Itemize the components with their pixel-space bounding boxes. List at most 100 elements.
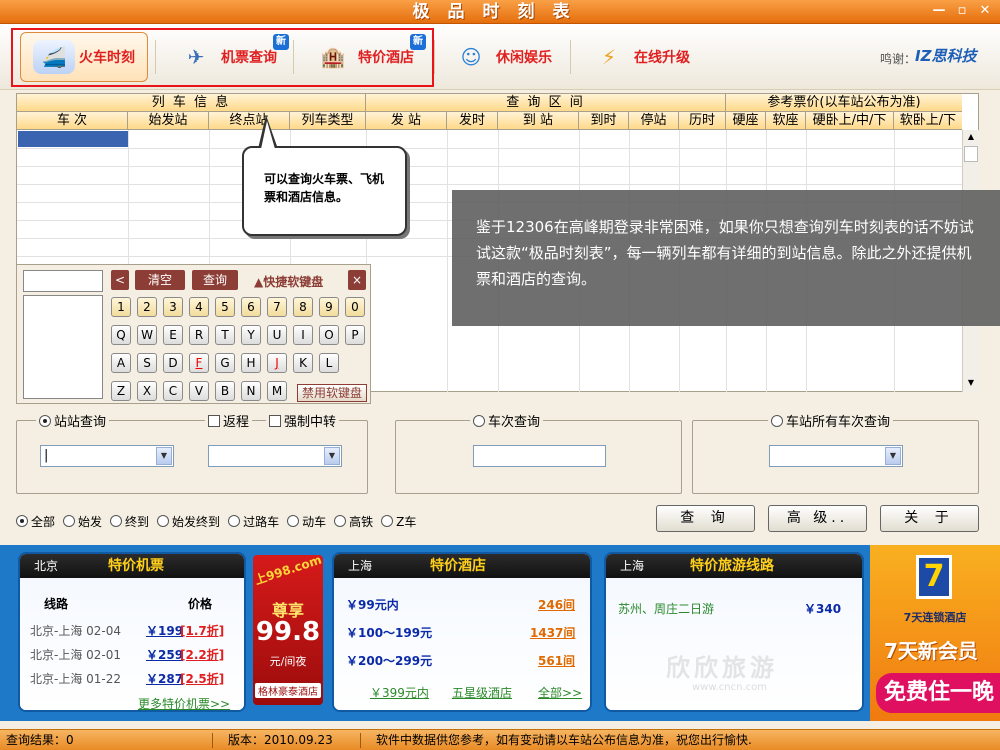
scroll-down-icon[interactable]: ▼ xyxy=(964,376,978,390)
key[interactable]: 9 xyxy=(319,297,339,317)
key[interactable]: W xyxy=(137,325,157,345)
hotel-link-399[interactable]: ￥399元内 xyxy=(370,684,429,701)
tour-name-link[interactable]: 苏州、周庄二日游 xyxy=(618,600,714,617)
key[interactable]: 0 xyxy=(345,297,365,317)
advanced-button[interactable]: 高 级.. xyxy=(768,505,867,532)
toolbar-flights[interactable]: ✈ 机票查询 xyxy=(163,32,289,82)
col-soft-seat[interactable]: 软座 xyxy=(766,112,806,130)
key[interactable]: B xyxy=(215,381,235,401)
col-depart-time[interactable]: 发时 xyxy=(447,112,498,130)
to-station-select[interactable]: ▼ xyxy=(208,445,342,467)
filter-radio[interactable] xyxy=(287,515,300,527)
col-hard-sleeper[interactable]: 硬卧上/中/下 xyxy=(806,112,894,130)
keyboard-close-icon[interactable]: × xyxy=(348,270,366,290)
from-station-select[interactable]: | ▼ xyxy=(40,445,174,467)
hotel-link-five-star[interactable]: 五星级酒店 xyxy=(452,684,512,701)
chevron-down-icon[interactable]: ▼ xyxy=(885,447,901,465)
all-trains-option[interactable]: 车站所有车次查询 xyxy=(768,411,894,430)
keyboard-clear-button[interactable]: 清空 xyxy=(135,270,185,290)
col-origin[interactable]: 始发站 xyxy=(128,112,209,130)
hotel-count-link[interactable]: 1437间 xyxy=(530,624,575,641)
toolbar-hotels[interactable]: 🏨 特价酒店 xyxy=(300,32,426,82)
filter-radio[interactable] xyxy=(157,515,170,527)
flight-price-link[interactable]: ￥287 xyxy=(146,670,183,687)
flight-price-link[interactable]: ￥259 xyxy=(146,646,183,663)
filter-origin[interactable]: 始发 xyxy=(63,513,102,530)
flight-price-link[interactable]: ￥199 xyxy=(146,622,183,639)
key[interactable]: C xyxy=(163,381,183,401)
key[interactable]: Z xyxy=(111,381,131,401)
flight-discount[interactable]: [2.2折] xyxy=(180,646,224,663)
key[interactable]: Q xyxy=(111,325,131,345)
filter-terminal[interactable]: 终到 xyxy=(110,513,149,530)
keyboard-suggestion-list[interactable] xyxy=(23,295,103,399)
station-select[interactable]: ▼ xyxy=(769,445,903,467)
key[interactable]: E xyxy=(163,325,183,345)
tour-price[interactable]: ￥340 xyxy=(804,600,841,617)
toolbar-train-times[interactable]: 🚄 火车时刻 xyxy=(20,32,148,82)
hotel-link-all[interactable]: 全部>> xyxy=(538,684,582,701)
query-button[interactable]: 查 询 xyxy=(656,505,755,532)
filter-emu[interactable]: 动车 xyxy=(287,513,326,530)
maximize-icon[interactable]: ▫ xyxy=(953,3,971,19)
hotel-count-link[interactable]: 246间 xyxy=(538,596,575,613)
all-trains-radio[interactable] xyxy=(771,414,783,427)
key[interactable]: I xyxy=(293,325,313,345)
filter-radio[interactable] xyxy=(16,515,28,527)
col-arrive-station[interactable]: 到 站 xyxy=(498,112,579,130)
keyboard-query-button[interactable]: 查询 xyxy=(192,270,238,290)
col-arrive-time[interactable]: 到时 xyxy=(579,112,629,130)
hotel-price-range[interactable]: ￥99元内 xyxy=(346,596,399,613)
filter-z[interactable]: Z车 xyxy=(381,513,416,530)
filter-all[interactable]: 全部 xyxy=(16,513,55,530)
key[interactable]: 6 xyxy=(241,297,261,317)
station-query-radio[interactable] xyxy=(39,414,51,427)
more-flights-link[interactable]: 更多特价机票>> xyxy=(138,695,230,710)
station-query-option[interactable]: 站站查询 xyxy=(36,411,110,430)
minimize-icon[interactable]: — xyxy=(930,3,948,19)
force-transfer-checkbox[interactable] xyxy=(269,414,281,427)
key[interactable]: 3 xyxy=(163,297,183,317)
filter-radio[interactable] xyxy=(63,515,76,527)
key[interactable]: U xyxy=(267,325,287,345)
scroll-thumb[interactable] xyxy=(964,146,978,162)
key[interactable]: 8 xyxy=(293,297,313,317)
return-trip-option[interactable]: 返程 xyxy=(205,411,253,430)
key[interactable]: H xyxy=(241,353,261,373)
key[interactable]: 2 xyxy=(137,297,157,317)
scroll-up-icon[interactable]: ▲ xyxy=(964,130,978,144)
keyboard-input[interactable] xyxy=(23,270,103,292)
filter-passing[interactable]: 过路车 xyxy=(228,513,279,530)
chevron-down-icon[interactable]: ▼ xyxy=(324,447,340,465)
filter-radio[interactable] xyxy=(228,515,241,527)
filter-radio[interactable] xyxy=(334,515,347,527)
toolbar-upgrade[interactable]: ⚡ 在线升级 xyxy=(578,32,700,82)
seven-days-ad[interactable]: 7 7天连锁酒店 7天新会员 免费住一晚 xyxy=(870,545,1000,721)
hotel-count-link[interactable]: 561间 xyxy=(538,652,575,669)
key[interactable]: D xyxy=(163,353,183,373)
key[interactable]: O xyxy=(319,325,339,345)
key[interactable]: 4 xyxy=(189,297,209,317)
train-query-option[interactable]: 车次查询 xyxy=(470,411,544,430)
key[interactable]: Y xyxy=(241,325,261,345)
key[interactable]: R xyxy=(189,325,209,345)
flight-deals-panel[interactable]: 北京 特价机票 线路 价格 北京-上海 02-04 ￥199 [1.7折] 北京… xyxy=(18,552,246,712)
return-trip-checkbox[interactable] xyxy=(208,414,220,427)
col-duration[interactable]: 历时 xyxy=(679,112,726,130)
key[interactable]: X xyxy=(137,381,157,401)
key[interactable]: V xyxy=(189,381,209,401)
train-query-radio[interactable] xyxy=(473,414,485,427)
key[interactable]: A xyxy=(111,353,131,373)
key[interactable]: L xyxy=(319,353,339,373)
filter-radio[interactable] xyxy=(110,515,123,527)
toolbar-entertainment[interactable]: ☺ 休闲娱乐 xyxy=(440,32,562,82)
flight-discount[interactable]: [1.7折] xyxy=(180,622,224,639)
about-button[interactable]: 关 于 xyxy=(880,505,979,532)
hotel-price-range[interactable]: ￥100～199元 xyxy=(346,624,432,641)
key[interactable]: 7 xyxy=(267,297,287,317)
hotel-price-range[interactable]: ￥200～299元 xyxy=(346,652,432,669)
key[interactable]: S xyxy=(137,353,157,373)
col-soft-sleeper[interactable]: 软卧上/下 xyxy=(894,112,962,130)
filter-radio[interactable] xyxy=(381,515,394,527)
key[interactable]: G xyxy=(215,353,235,373)
